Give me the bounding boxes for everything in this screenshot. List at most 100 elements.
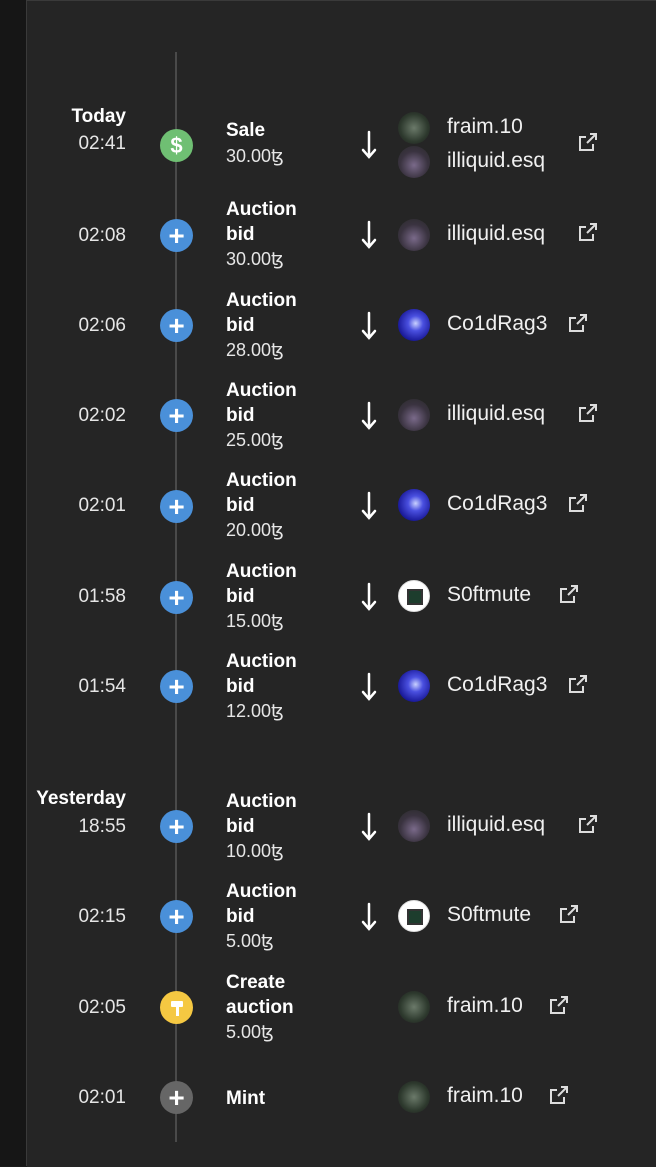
gavel-icon [160,991,193,1024]
event-amount: 25.00ꜩ [226,430,284,450]
arrow-down-icon [361,220,377,249]
avatar-s0ftmute[interactable] [398,900,430,932]
event-amount: 30.00ꜩ [226,249,284,269]
external-link-icon[interactable] [568,493,588,513]
event-time: 02:02 [78,405,126,426]
event-type-label: Auction bid [226,199,297,245]
user-link-to[interactable]: illiquid.esq [447,149,545,173]
user-link[interactable]: illiquid.esq [447,222,545,246]
history-row-bid: 01:58 + Auction bid 15.00ꜩ S0ftmute [0,558,656,648]
history-row-bid: 02:08 + Auction bid 30.00ꜩ illiquid.esq [0,196,656,286]
user-link[interactable]: Co1dRag3 [447,312,547,336]
avatar-co1drag3[interactable] [398,670,430,702]
bid-plus-icon: + [160,399,193,432]
event-time: 02:06 [78,315,126,336]
event-type-label: Create auction [226,972,294,1018]
event-amount: 15.00ꜩ [226,611,284,631]
event-time: 02:01 [78,1087,126,1108]
bid-plus-icon: + [160,309,193,342]
arrow-down-icon [361,582,377,611]
history-row-mint: 02:01 + Mint fraim.10 [0,1059,656,1149]
user-link[interactable]: illiquid.esq [447,813,545,837]
arrow-down-icon [361,491,377,520]
event-amount: 5.00ꜩ [226,931,274,951]
sale-dollar-icon: $ [160,129,193,162]
event-type-label: Auction bid [226,561,297,607]
event-type-label: Mint [226,1088,266,1109]
history-row-bid: 02:02 + Auction bid 25.00ꜩ illiquid.esq [0,377,656,467]
event-type-label: Auction bid [226,290,297,336]
external-link-icon[interactable] [559,584,579,604]
bid-plus-icon: + [160,900,193,933]
mint-plus-icon: + [160,1081,193,1114]
history-row-create: 02:05 Create auction 5.00ꜩ fraim.10 [0,969,656,1059]
external-link-icon[interactable] [578,403,598,423]
history-row-bid: 02:01 + Auction bid 20.00ꜩ Co1dRag3 [0,467,656,557]
history-row-bid: 01:54 + Auction bid 12.00ꜩ Co1dRag3 [0,648,656,738]
event-time: 02:01 [78,495,126,516]
bid-plus-icon: + [160,490,193,523]
event-amount: 20.00ꜩ [226,520,284,540]
event-time: 02:08 [78,225,126,246]
avatar-fraim[interactable] [398,112,430,144]
arrow-down-icon [361,672,377,701]
arrow-down-icon [361,311,377,340]
avatar-fraim[interactable] [398,1081,430,1113]
event-type-label: Auction bid [226,470,297,516]
external-link-icon[interactable] [578,222,598,242]
user-link[interactable]: illiquid.esq [447,402,545,426]
external-link-icon[interactable] [568,674,588,694]
event-time: 01:54 [78,676,126,697]
history-row-bid: 02:06 + Auction bid 28.00ꜩ Co1dRag3 [0,287,656,377]
avatar-illiquid[interactable] [398,399,430,431]
external-link-icon[interactable] [559,904,579,924]
bid-plus-icon: + [160,670,193,703]
event-time: 02:05 [78,997,126,1018]
day-label-yesterday: Yesterday [36,788,126,809]
avatar-s0ftmute[interactable] [398,580,430,612]
bid-plus-icon: + [160,581,193,614]
event-amount: 10.00ꜩ [226,841,284,861]
arrow-down-icon [361,401,377,430]
day-label-today: Today [71,106,126,127]
external-link-icon[interactable] [578,814,598,834]
event-time: 01:58 [78,586,126,607]
event-amount: 30.00ꜩ [226,146,284,166]
external-link-icon[interactable] [549,1085,569,1105]
event-time: 02:15 [78,906,126,927]
event-time: 02:41 [78,133,126,154]
history-row-sale: Today 02:41 $ Sale 30.00ꜩ fraim.10 illiq… [0,106,656,196]
avatar-fraim[interactable] [398,991,430,1023]
user-link-from[interactable]: fraim.10 [447,115,523,139]
external-link-icon[interactable] [578,132,598,152]
avatar-illiquid[interactable] [398,810,430,842]
user-link[interactable]: Co1dRag3 [447,673,547,697]
avatar-illiquid[interactable] [398,219,430,251]
event-type-label: Sale [226,120,266,141]
event-amount: 28.00ꜩ [226,340,284,360]
event-type-label: Auction bid [226,380,297,426]
arrow-down-icon [361,130,377,159]
external-link-icon[interactable] [568,313,588,333]
avatar-co1drag3[interactable] [398,309,430,341]
event-type-label: Auction bid [226,791,297,837]
event-amount: 5.00ꜩ [226,1022,274,1042]
bid-plus-icon: + [160,810,193,843]
user-link[interactable]: S0ftmute [447,903,531,927]
history-row-bid: 02:15 + Auction bid 5.00ꜩ S0ftmute [0,878,656,968]
event-type-label: Auction bid [226,651,297,697]
event-time: 18:55 [78,816,126,837]
avatar-co1drag3[interactable] [398,489,430,521]
avatar-illiquid[interactable] [398,146,430,178]
user-link[interactable]: fraim.10 [447,994,523,1018]
arrow-down-icon [361,902,377,931]
user-link[interactable]: Co1dRag3 [447,492,547,516]
user-link[interactable]: fraim.10 [447,1084,523,1108]
event-amount: 12.00ꜩ [226,701,284,721]
arrow-down-icon [361,812,377,841]
external-link-icon[interactable] [549,995,569,1015]
bid-plus-icon: + [160,219,193,252]
event-type-label: Auction bid [226,881,297,927]
user-link[interactable]: S0ftmute [447,583,531,607]
history-row-bid: Yesterday 18:55 + Auction bid 10.00ꜩ ill… [0,788,656,878]
